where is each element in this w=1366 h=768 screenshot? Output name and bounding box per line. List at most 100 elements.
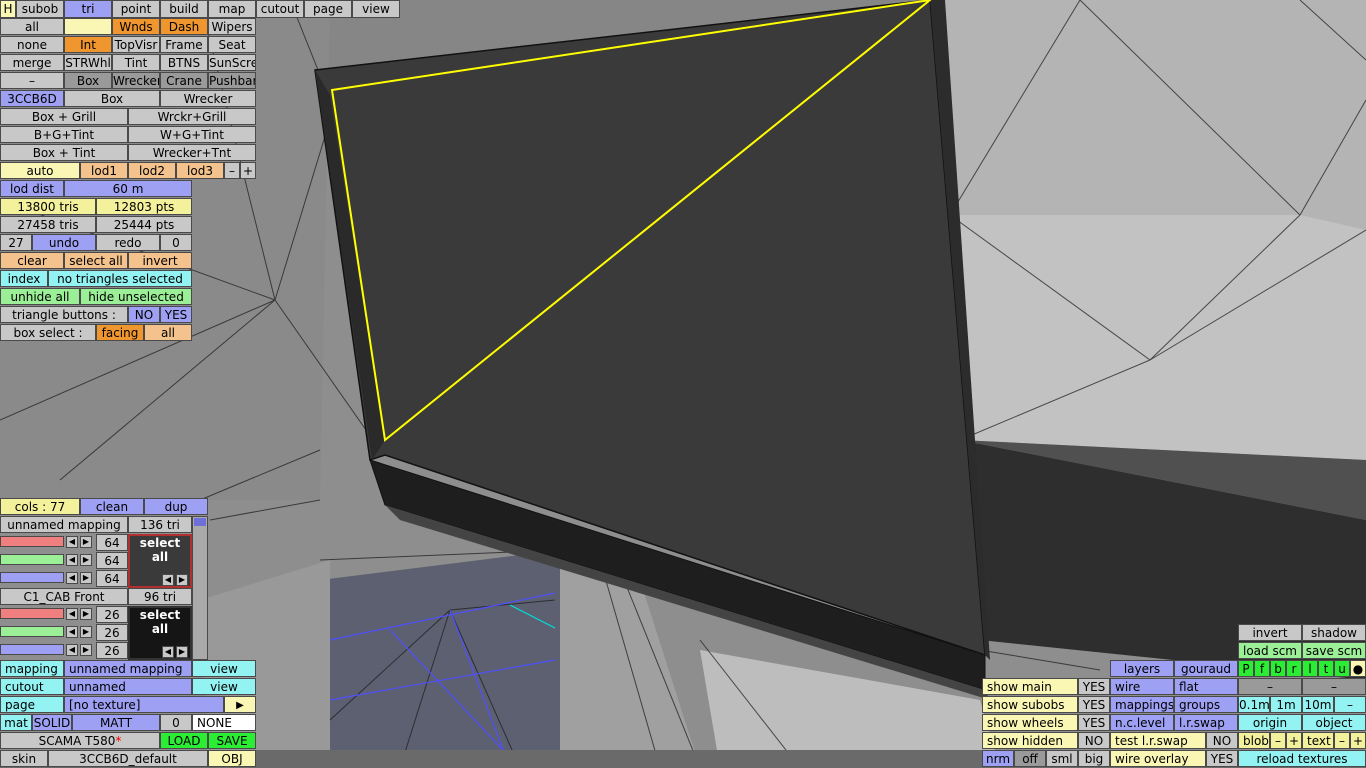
dup-button[interactable]: dup [144, 498, 208, 515]
skin-3ccb6d-button[interactable]: 3CCB6D [0, 90, 64, 107]
variant-box-button[interactable]: Box [64, 90, 160, 107]
subob-tint-button[interactable]: Tint [112, 54, 160, 71]
layers-button[interactable]: layers [1110, 660, 1174, 677]
m2-swatch-prev[interactable]: ◀ [162, 646, 174, 658]
subob-wnds-button[interactable]: Wnds [112, 18, 160, 35]
show-subobs-value[interactable]: YES [1078, 696, 1110, 713]
material-2-blue-slider[interactable] [0, 644, 64, 655]
material-2-green-slider[interactable] [0, 626, 64, 637]
view-f-button[interactable]: f [1254, 660, 1270, 677]
variant-box-grill-button[interactable]: Box + Grill [0, 108, 128, 125]
subob-int-button[interactable]: Int [64, 36, 112, 53]
flat-button[interactable]: flat [1174, 678, 1238, 695]
tab-map[interactable]: map [208, 0, 256, 18]
m1-blue-dec[interactable]: ◀ [66, 572, 78, 584]
lod2-button[interactable]: lod2 [128, 162, 176, 179]
wire-overlay-label[interactable]: wire overlay [1110, 750, 1206, 767]
show-wheels-value[interactable]: YES [1078, 714, 1110, 731]
mappings-button[interactable]: mappings [1110, 696, 1174, 713]
invert-button[interactable]: invert [1238, 624, 1302, 641]
object-button[interactable]: object [1302, 714, 1366, 731]
nc-level-button[interactable]: n.c.level [1110, 714, 1174, 731]
tab-build[interactable]: build [160, 0, 208, 18]
m1-green-dec[interactable]: ◀ [66, 554, 78, 566]
subob-all-button[interactable]: all [0, 18, 64, 35]
cutout-value[interactable]: unnamed [64, 678, 192, 695]
lod-auto-button[interactable]: auto [0, 162, 80, 179]
view-l-button[interactable]: l [1302, 660, 1318, 677]
m1-swatch-prev[interactable]: ◀ [162, 574, 174, 586]
page-next-arrow-icon[interactable]: ▶ [224, 696, 256, 713]
grid-minus-button[interactable]: – [1334, 696, 1366, 713]
subob-wipers-button[interactable]: Wipers [208, 18, 256, 35]
m2-blue-dec[interactable]: ◀ [66, 644, 78, 656]
material-2-select-all[interactable]: select all [140, 608, 180, 636]
variant-box-tint-button[interactable]: Box + Tint [0, 144, 128, 161]
triangle-buttons-no[interactable]: NO [128, 306, 160, 323]
load-button[interactable]: LOAD [160, 732, 208, 749]
show-hidden-label[interactable]: show hidden [982, 732, 1078, 749]
show-main-label[interactable]: show main [982, 678, 1078, 695]
text-plus-button[interactable]: + [1350, 732, 1366, 749]
subob-box-button[interactable]: Box [64, 72, 112, 89]
clear-button[interactable]: clear [0, 252, 64, 269]
m1-swatch-next[interactable]: ▶ [176, 574, 188, 586]
triangle-buttons-yes[interactable]: YES [160, 306, 192, 323]
size-big-button[interactable]: big [1078, 750, 1110, 767]
subob-pushbar-button[interactable]: Pushbar [208, 72, 256, 89]
m2-red-dec[interactable]: ◀ [66, 608, 78, 620]
grid-1m-button[interactable]: 1m [1270, 696, 1302, 713]
subob-strwhl-button[interactable]: STRWhl [64, 54, 112, 71]
lr-swap-button[interactable]: l.r.swap [1174, 714, 1238, 731]
grid-10m-button[interactable]: 10m [1302, 696, 1334, 713]
show-main-value[interactable]: YES [1078, 678, 1110, 695]
test-lr-swap-value[interactable]: NO [1206, 732, 1238, 749]
subob-frame-button[interactable]: Frame [160, 36, 208, 53]
grid-01m-button[interactable]: 0.1m [1238, 696, 1270, 713]
material-1-green-slider[interactable] [0, 554, 64, 565]
redo-button[interactable]: redo [96, 234, 160, 251]
reload-textures-button[interactable]: reload textures [1238, 750, 1366, 767]
size-nrm-button[interactable]: nrm [982, 750, 1014, 767]
tab-view[interactable]: view [352, 0, 400, 18]
select-all-button[interactable]: select all [64, 252, 128, 269]
lod-minus-button[interactable]: – [224, 162, 240, 179]
size-off-button[interactable]: off [1014, 750, 1046, 767]
variant-wrecker-button[interactable]: Wrecker [160, 90, 256, 107]
m1-red-dec[interactable]: ◀ [66, 536, 78, 548]
unhide-all-button[interactable]: unhide all [0, 288, 80, 305]
subob-crane-button[interactable]: Crane [160, 72, 208, 89]
subob-btns-button[interactable]: BTNS [160, 54, 208, 71]
subob-topvisr-button[interactable]: TopVisr [112, 36, 160, 53]
lod3-button[interactable]: lod3 [176, 162, 224, 179]
invert-selection-button[interactable]: invert [128, 252, 192, 269]
material-1-select-all[interactable]: select all [140, 536, 180, 564]
m1-green-inc[interactable]: ▶ [80, 554, 92, 566]
subob-sunscre-button[interactable]: SunScre [208, 54, 256, 71]
m2-green-inc[interactable]: ▶ [80, 626, 92, 638]
cutout-view-button[interactable]: view [192, 678, 256, 695]
show-subobs-label[interactable]: show subobs [982, 696, 1078, 713]
hide-unselected-button[interactable]: hide unselected [80, 288, 192, 305]
load-scm-button[interactable]: load scm [1238, 642, 1302, 659]
mat-matt-button[interactable]: MATT [72, 714, 160, 731]
material-list-scrollbar[interactable] [192, 516, 208, 660]
variant-bgtint-button[interactable]: B+G+Tint [0, 126, 128, 143]
wire-overlay-value[interactable]: YES [1206, 750, 1238, 767]
material-1-name[interactable]: unnamed mapping [0, 516, 128, 533]
m1-red-inc[interactable]: ▶ [80, 536, 92, 548]
mat-none-field[interactable]: NONE [192, 714, 256, 731]
subob-blank-button[interactable] [64, 18, 112, 35]
wire-button[interactable]: wire [1110, 678, 1174, 695]
view-dot-icon[interactable]: ● [1350, 660, 1366, 677]
gouraud-button[interactable]: gouraud [1174, 660, 1238, 677]
material-1-blue-slider[interactable] [0, 572, 64, 583]
view-p-button[interactable]: P [1238, 660, 1254, 677]
mat-solid-button[interactable]: SOLID [32, 714, 72, 731]
dash-button-2[interactable]: – [1302, 678, 1366, 695]
blob-minus-button[interactable]: – [1270, 732, 1286, 749]
text-minus-button[interactable]: – [1334, 732, 1350, 749]
box-select-facing[interactable]: facing [96, 324, 144, 341]
view-u-button[interactable]: u [1334, 660, 1350, 677]
view-r-button[interactable]: r [1286, 660, 1302, 677]
